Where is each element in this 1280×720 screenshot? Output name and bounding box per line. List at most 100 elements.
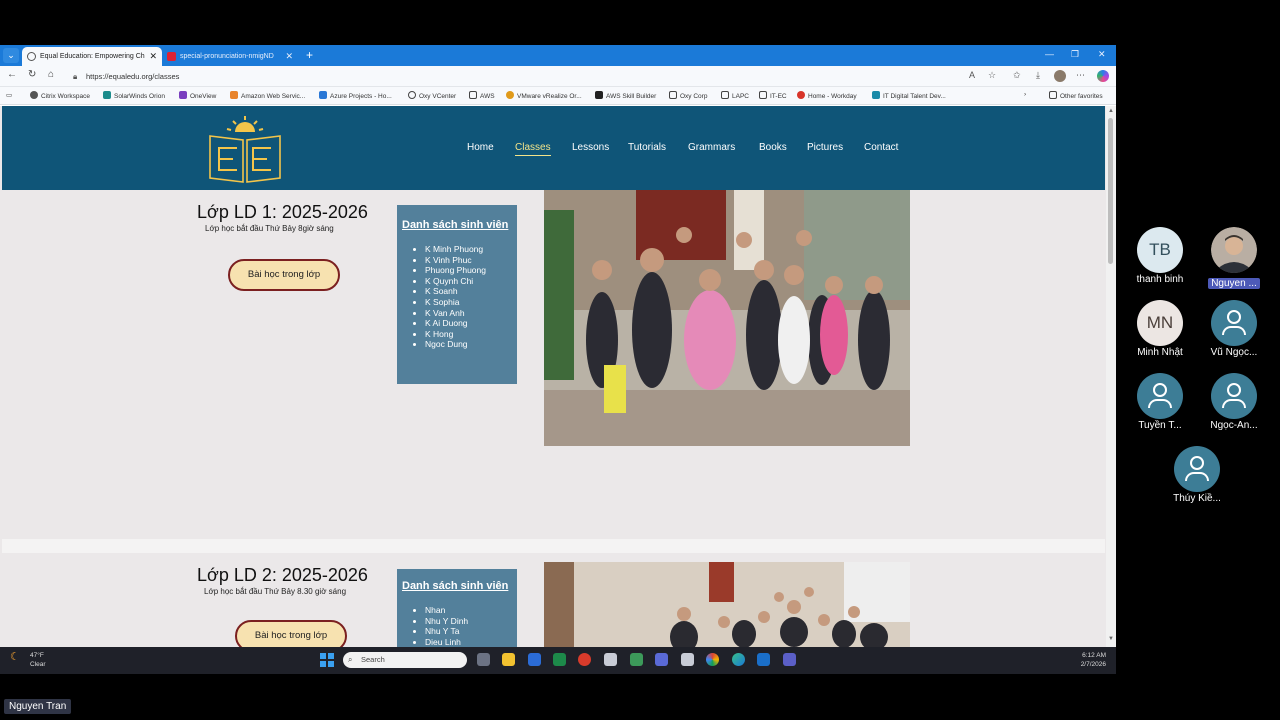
minimize-icon[interactable]: — (1045, 49, 1054, 59)
nav-classes[interactable]: Classes (515, 142, 551, 156)
app-icon[interactable] (578, 653, 591, 666)
class-lessons-button[interactable]: Bài học trong lớp (228, 259, 340, 291)
student-name: K Vinh Phuc (425, 255, 517, 266)
favorite-label: VMware vRealize Or... (517, 93, 582, 100)
teams-icon[interactable] (783, 653, 796, 666)
student-list-box: Danh sách sinh viên Nhan Nhu Y Dinh Nhu … (397, 569, 517, 647)
student-name: Nhu Y Dinh (425, 616, 517, 627)
snipping-tool-icon[interactable] (604, 653, 617, 666)
clock-time: 6:12 AM (1082, 652, 1106, 659)
vmware-icon (506, 91, 514, 99)
profile-avatar[interactable] (1054, 70, 1066, 82)
close-tab-icon[interactable]: ✕ (149, 47, 157, 66)
citrix-icon (30, 91, 38, 99)
favorite-folder[interactable]: Oxy Corp (669, 91, 707, 100)
person-icon (1137, 373, 1183, 419)
tab-equal-education[interactable]: Equal Education: Empowering Ch ✕ (22, 47, 162, 66)
student-list-title[interactable]: Danh sách sinh viên (402, 580, 517, 592)
nav-books[interactable]: Books (759, 142, 787, 153)
address-bar[interactable]: 🔒︎ https://equaledu.org/classes (70, 69, 960, 84)
reading-list-icon[interactable]: ▭ (6, 91, 12, 99)
edge-icon[interactable] (732, 653, 745, 666)
participant-tile[interactable]: MN Minh Nhật (1120, 300, 1200, 358)
scrollbar-thumb[interactable] (1108, 118, 1113, 264)
nav-grammars[interactable]: Grammars (688, 142, 735, 153)
person-icon (1211, 300, 1257, 346)
solarwinds-icon (103, 91, 111, 99)
student-list-box: Danh sách sinh viên K Minh Phuong K Vinh… (397, 205, 517, 384)
favorite-link[interactable]: Citrix Workspace (30, 91, 90, 100)
file-explorer-icon[interactable] (502, 653, 515, 666)
participant-tile[interactable]: Vũ Ngọc... (1194, 300, 1274, 358)
favorite-link[interactable]: SolarWinds Orion (103, 91, 165, 100)
nav-contact[interactable]: Contact (864, 142, 898, 153)
favorite-link[interactable]: Amazon Web Servic... (230, 91, 305, 100)
student-name: K Minh Phuong (425, 244, 517, 255)
favorite-folder[interactable]: LAPC (721, 91, 749, 100)
tab-special-pronunciation[interactable]: special-pronunciation-nmigND ✕ (162, 47, 298, 66)
weather-widget[interactable]: ☾ 47°F Clear (10, 651, 46, 669)
other-favorites-folder[interactable]: Other favorites (1049, 91, 1103, 100)
nav-home[interactable]: Home (467, 142, 494, 153)
copilot-icon[interactable] (1097, 70, 1109, 82)
favorite-link[interactable]: Oxy VCenter (408, 91, 456, 100)
back-icon[interactable]: ← (7, 69, 17, 80)
task-view-icon[interactable] (477, 653, 490, 666)
participant-tile[interactable]: Tuyền T... (1120, 373, 1200, 431)
favorite-label: Citrix Workspace (41, 93, 91, 100)
favorite-link[interactable]: AWS Skill Builder (595, 91, 656, 100)
favorite-link[interactable]: OneView (179, 91, 216, 100)
system-clock[interactable]: 6:12 AM 2/7/2026 (1081, 651, 1106, 669)
taskbar-search[interactable]: ⌕ Search (343, 652, 467, 668)
restore-icon[interactable]: ❐ (1071, 49, 1079, 60)
nav-lessons[interactable]: Lessons (572, 142, 609, 153)
page-scrollbar[interactable]: ▲ ▼ (1106, 106, 1116, 647)
class-subtitle: Lớp học bắt đầu Thứ Bảy 8.30 giờ sáng (204, 587, 347, 596)
favorite-folder[interactable]: IT-EC (759, 91, 787, 100)
favorite-label: AWS Skill Builder (606, 93, 657, 100)
presenter-name-label: Nguyen Tran (4, 699, 72, 714)
app-icon[interactable] (681, 653, 694, 666)
favorite-link[interactable]: Azure Projects - Ho... (319, 91, 392, 100)
home-icon[interactable]: ⌂ (48, 69, 54, 80)
more-menu-icon[interactable]: ⋯ (1076, 70, 1085, 81)
favorite-folder[interactable]: AWS (469, 91, 495, 100)
class-lessons-button[interactable]: Bài học trong lớp (235, 620, 347, 647)
chrome-icon[interactable] (706, 653, 719, 666)
favorites-icon[interactable]: ✩ (1013, 70, 1021, 81)
word-icon[interactable] (528, 653, 541, 666)
search-icon: ⌕ (348, 655, 353, 664)
participant-avatar: TB (1137, 227, 1183, 273)
close-window-icon[interactable]: ✕ (1098, 49, 1106, 60)
favorite-link[interactable]: IT Digital Talent Dev... (872, 91, 946, 100)
scroll-up-icon[interactable]: ▲ (1108, 108, 1114, 114)
participant-tile[interactable]: TB thanh binh (1120, 227, 1200, 285)
scroll-down-icon[interactable]: ▼ (1108, 636, 1114, 642)
excel-icon[interactable] (553, 653, 566, 666)
new-tab-icon[interactable]: + (306, 48, 313, 63)
read-aloud-icon[interactable]: A (969, 70, 975, 80)
favorites-overflow-icon[interactable]: › (1024, 91, 1026, 98)
downloads-icon[interactable]: ⤓ (1036, 70, 1040, 81)
aws-skill-icon (595, 91, 603, 99)
participant-tile[interactable]: Nguyen ... (1194, 227, 1274, 291)
close-tab-icon[interactable]: ✕ (285, 47, 293, 66)
windows-start-icon[interactable] (320, 653, 334, 667)
outlook-icon[interactable] (757, 653, 770, 666)
app-icon[interactable] (630, 653, 643, 666)
favorite-label: OneView (190, 93, 217, 100)
equal-education-logo[interactable] (207, 114, 283, 184)
favorite-star-icon[interactable]: ☆ (988, 70, 996, 81)
student-list: K Minh Phuong K Vinh Phuc Phuong Phuong … (425, 244, 517, 350)
favorite-link[interactable]: Home - Workday (797, 91, 857, 100)
student-list-title[interactable]: Danh sách sinh viên (402, 219, 517, 231)
refresh-icon[interactable]: ↻ (28, 69, 36, 80)
participant-tile[interactable]: Thúy Kiề... (1157, 446, 1237, 504)
nav-pictures[interactable]: Pictures (807, 142, 843, 153)
favorite-link[interactable]: VMware vRealize Or... (506, 91, 582, 100)
participant-name: thanh binh (1136, 274, 1184, 285)
app-icon[interactable] (655, 653, 668, 666)
participant-tile[interactable]: Ngọc-An... (1194, 373, 1274, 431)
tab-actions-menu-icon[interactable]: ⌄ (3, 48, 19, 63)
nav-tutorials[interactable]: Tutorials (628, 142, 666, 153)
